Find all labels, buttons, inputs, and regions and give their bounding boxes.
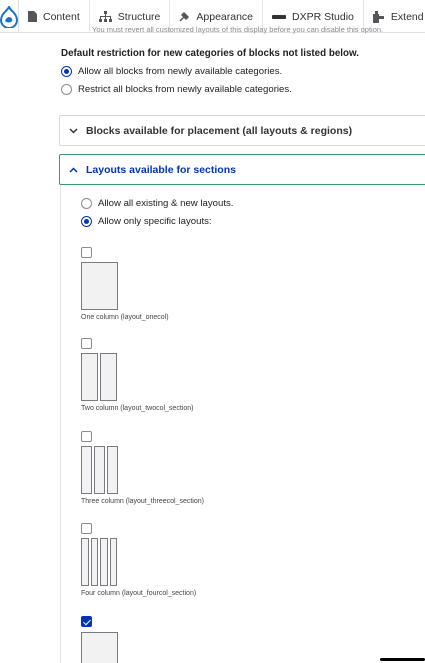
radio-button[interactable] (81, 216, 92, 227)
horizontal-scrollbar[interactable] (380, 658, 425, 661)
notice-text: You must revert all customized layouts o… (92, 25, 384, 34)
chevron-down-icon (69, 127, 78, 134)
radio-allow-specific-layouts[interactable]: Allow only specific layouts: (81, 216, 212, 227)
layout-preview-fourcol (81, 538, 117, 586)
layout-checkbox-threecol[interactable] (81, 431, 92, 442)
dxpr-icon (272, 14, 287, 19)
preview-column (81, 353, 98, 401)
toolbar-label-content: Content (43, 10, 80, 23)
layout-checkbox-onecol[interactable] (81, 247, 92, 258)
preview-column (81, 446, 92, 494)
layout-label-twocol: Two column (layout_twocol_section) (81, 405, 194, 412)
drupal-logo-icon[interactable] (0, 0, 19, 32)
radio-button[interactable] (61, 84, 72, 95)
layouts-available-summary[interactable]: Layouts available for sections (60, 155, 425, 184)
radio-button[interactable] (81, 198, 92, 209)
toolbar-item-content[interactable]: Content (19, 0, 90, 32)
layout-preview-twocol (81, 353, 117, 401)
preview-column (81, 538, 89, 586)
blocks-available-summary[interactable]: Blocks available for placement (all layo… (60, 116, 425, 145)
extend-icon (372, 10, 384, 23)
preview-column (94, 446, 105, 494)
structure-icon (98, 11, 112, 22)
radio-allow-all-layouts[interactable]: Allow all existing & new layouts. (81, 198, 233, 209)
layout-checkbox-next[interactable] (81, 616, 92, 627)
blocks-available-title: Blocks available for placement (all layo… (86, 124, 353, 137)
preview-column (100, 538, 108, 586)
layout-checkbox-fourcol[interactable] (81, 523, 92, 534)
toolbar-label-structure: Structure (117, 10, 161, 23)
radio-label: Allow all blocks from newly available ca… (78, 66, 283, 77)
radio-label: Allow only specific layouts: (98, 216, 212, 227)
layout-label-threecol: Three column (layout_threecol_section) (81, 498, 204, 505)
layout-label-onecol: One column (layout_onecol) (81, 314, 169, 321)
preview-column (107, 446, 118, 494)
blocks-available-details: Blocks available for placement (all layo… (59, 115, 425, 146)
layout-label-fourcol: Four column (layout_fourcol_section) (81, 590, 197, 597)
radio-label: Restrict all blocks from newly available… (78, 84, 292, 95)
radio-label: Allow all existing & new layouts. (98, 198, 234, 209)
preview-column (81, 262, 118, 310)
restriction-heading: Default restriction for new categories o… (61, 48, 359, 59)
layouts-available-title: Layouts available for sections (86, 163, 236, 176)
preview-column (109, 538, 117, 586)
radio-button[interactable] (61, 66, 72, 77)
preview-column (90, 538, 98, 586)
radio-allow-all-blocks[interactable]: Allow all blocks from newly available ca… (61, 66, 282, 77)
layout-checkbox-twocol[interactable] (81, 338, 92, 349)
toolbar-label-appearance: Appearance (196, 10, 254, 23)
appearance-icon (179, 11, 190, 22)
layout-preview-next (81, 632, 118, 663)
layout-preview-threecol (81, 446, 118, 494)
layout-preview-onecol (81, 262, 118, 310)
content-icon (28, 11, 37, 22)
toolbar-label-dxpr-studio: DXPR Studio (292, 10, 354, 23)
chevron-up-icon (69, 166, 78, 173)
preview-column (81, 632, 118, 663)
preview-column (100, 353, 117, 401)
toolbar-label-extend: Extend (390, 10, 424, 23)
layouts-available-details: Layouts available for sections (59, 154, 425, 185)
radio-restrict-all-blocks[interactable]: Restrict all blocks from newly available… (61, 84, 292, 95)
